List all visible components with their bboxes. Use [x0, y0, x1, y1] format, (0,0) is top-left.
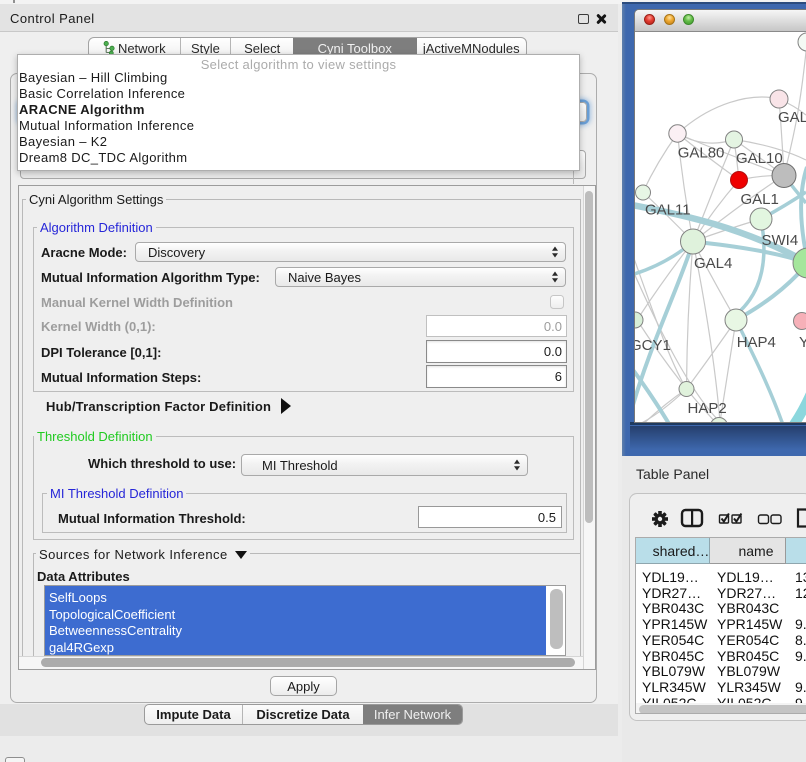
svg-text:GAL: GAL — [778, 109, 806, 126]
svg-text:GCY1: GCY1 — [635, 337, 671, 354]
svg-text:HAP4: HAP4 — [737, 334, 776, 351]
svg-text:SWI4: SWI4 — [762, 232, 799, 249]
svg-text:GAL4: GAL4 — [694, 255, 732, 272]
svg-text:GAL11: GAL11 — [645, 202, 691, 219]
svg-text:HAP2: HAP2 — [688, 400, 727, 417]
svg-text:GAL1: GAL1 — [741, 191, 779, 208]
svg-text:Y: Y — [799, 334, 806, 351]
svg-text:GAL80: GAL80 — [678, 145, 725, 162]
svg-text:GAL10: GAL10 — [736, 150, 783, 167]
